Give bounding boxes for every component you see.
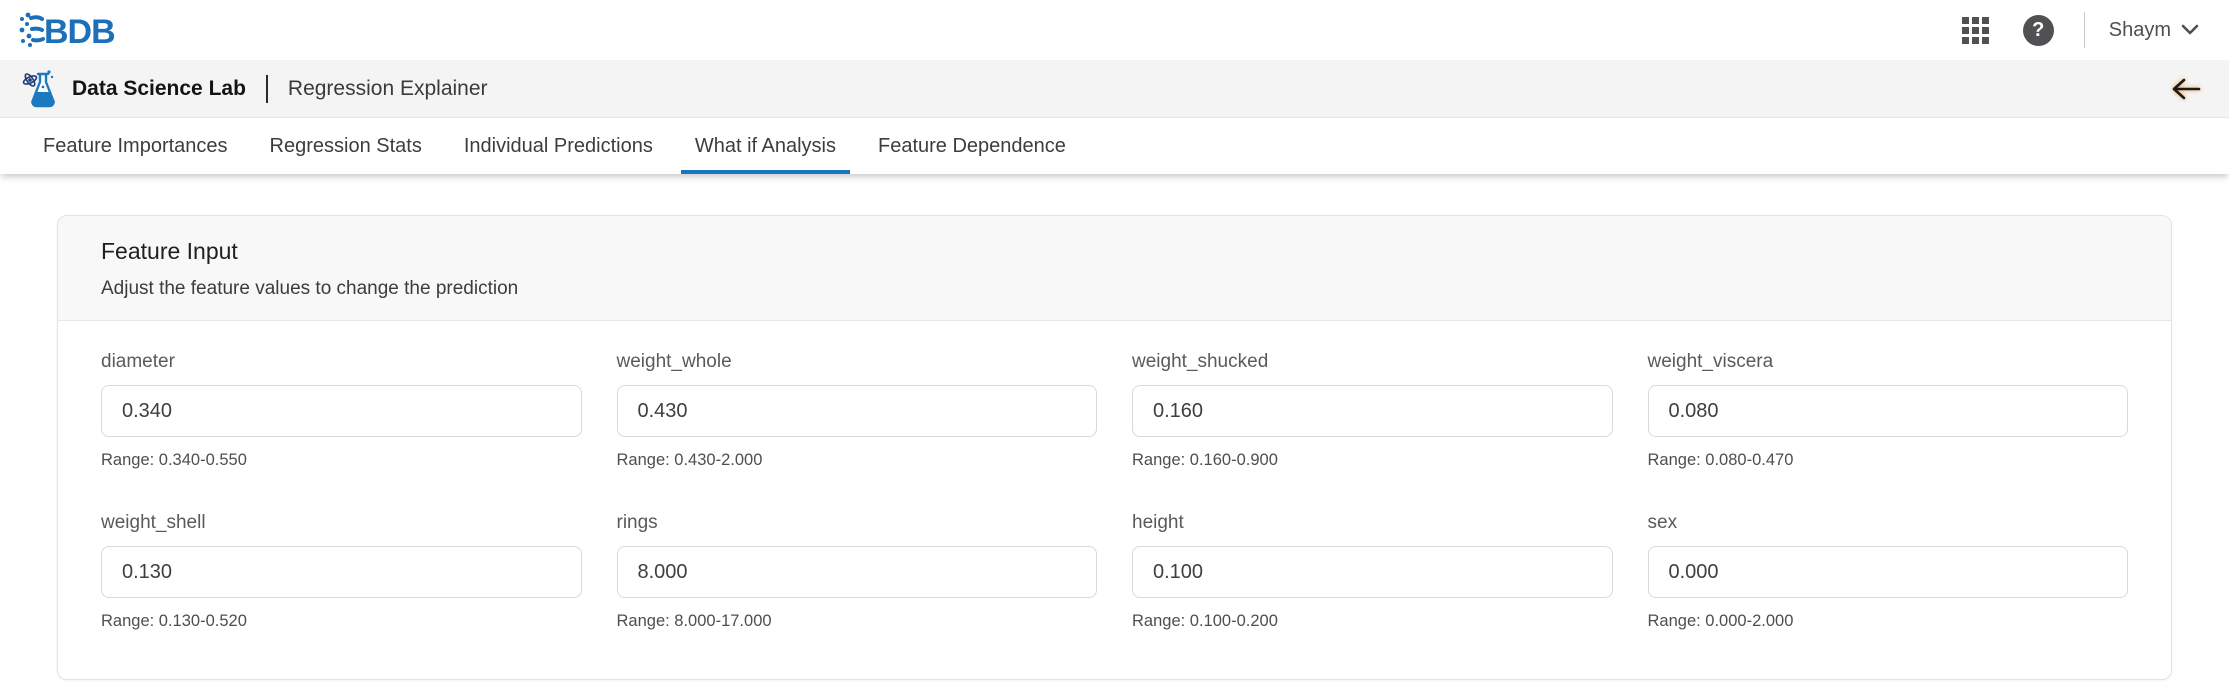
feature-field-weight-whole: weight_whole Range: 0.430-2.000 [617, 351, 1098, 470]
grid-icon [1962, 17, 1989, 44]
flask-icon [22, 68, 60, 110]
weight-shucked-input[interactable] [1132, 385, 1613, 437]
tab-what-if-analysis[interactable]: What if Analysis [681, 118, 850, 174]
weight-viscera-input[interactable] [1648, 385, 2129, 437]
arrow-left-icon[interactable] [2171, 77, 2201, 101]
topbar-divider [2084, 12, 2085, 48]
field-label: diameter [101, 351, 582, 373]
svg-text:BDB: BDB [44, 13, 115, 50]
topbar: BDB ? Shaym [0, 0, 2229, 60]
sex-input[interactable] [1648, 546, 2129, 598]
field-range: Range: 0.100-0.200 [1132, 612, 1613, 631]
field-range: Range: 0.340-0.550 [101, 451, 582, 470]
feature-input-header: Feature Input Adjust the feature values … [58, 216, 2171, 321]
title-divider [266, 75, 268, 103]
diameter-input[interactable] [101, 385, 582, 437]
feature-field-rings: rings Range: 8.000-17.000 [617, 512, 1098, 631]
field-range: Range: 0.160-0.900 [1132, 451, 1613, 470]
tab-regression-stats[interactable]: Regression Stats [256, 118, 436, 174]
field-range: Range: 0.000-2.000 [1648, 612, 2129, 631]
field-range: Range: 0.430-2.000 [617, 451, 1098, 470]
topbar-actions: ? Shaym [1958, 11, 2199, 50]
feature-field-weight-shell: weight_shell Range: 0.130-0.520 [101, 512, 582, 631]
question-mark-icon: ? [2023, 15, 2054, 46]
app-title: Data Science Lab [72, 77, 246, 101]
page-title: Regression Explainer [288, 77, 488, 101]
main-content: Feature Input Adjust the feature values … [0, 174, 2229, 680]
feature-field-weight-shucked: weight_shucked Range: 0.160-0.900 [1132, 351, 1613, 470]
field-label: weight_viscera [1648, 351, 2129, 373]
feature-input-card: Feature Input Adjust the feature values … [57, 215, 2172, 680]
field-range: Range: 8.000-17.000 [617, 612, 1098, 631]
feature-field-diameter: diameter Range: 0.340-0.550 [101, 351, 582, 470]
weight-whole-input[interactable] [617, 385, 1098, 437]
tab-individual-predictions[interactable]: Individual Predictions [450, 118, 667, 174]
user-menu[interactable]: Shaym [2109, 19, 2199, 42]
feature-field-weight-viscera: weight_viscera Range: 0.080-0.470 [1648, 351, 2129, 470]
field-label: weight_shucked [1132, 351, 1613, 373]
tab-feature-dependence[interactable]: Feature Dependence [864, 118, 1080, 174]
bdb-logo-icon: BDB [18, 10, 118, 50]
apps-grid-icon[interactable] [1958, 13, 1993, 48]
field-label: weight_whole [617, 351, 1098, 373]
chevron-down-icon [2181, 24, 2199, 36]
tab-bar: Feature Importances Regression Stats Ind… [0, 118, 2229, 174]
subheader: Data Science Lab Regression Explainer [0, 60, 2229, 118]
field-label: height [1132, 512, 1613, 534]
field-range: Range: 0.130-0.520 [101, 612, 582, 631]
help-button[interactable]: ? [2019, 11, 2058, 50]
tab-feature-importances[interactable]: Feature Importances [29, 118, 242, 174]
field-label: weight_shell [101, 512, 582, 534]
field-range: Range: 0.080-0.470 [1648, 451, 2129, 470]
weight-shell-input[interactable] [101, 546, 582, 598]
card-title: Feature Input [101, 238, 2128, 265]
rings-input[interactable] [617, 546, 1098, 598]
field-label: sex [1648, 512, 2129, 534]
height-input[interactable] [1132, 546, 1613, 598]
user-name: Shaym [2109, 19, 2171, 42]
feature-field-height: height Range: 0.100-0.200 [1132, 512, 1613, 631]
card-subtitle: Adjust the feature values to change the … [101, 278, 2128, 300]
field-label: rings [617, 512, 1098, 534]
bdb-logo[interactable]: BDB [18, 10, 118, 50]
feature-input-grid: diameter Range: 0.340-0.550 weight_whole… [58, 321, 2171, 679]
feature-field-sex: sex Range: 0.000-2.000 [1648, 512, 2129, 631]
